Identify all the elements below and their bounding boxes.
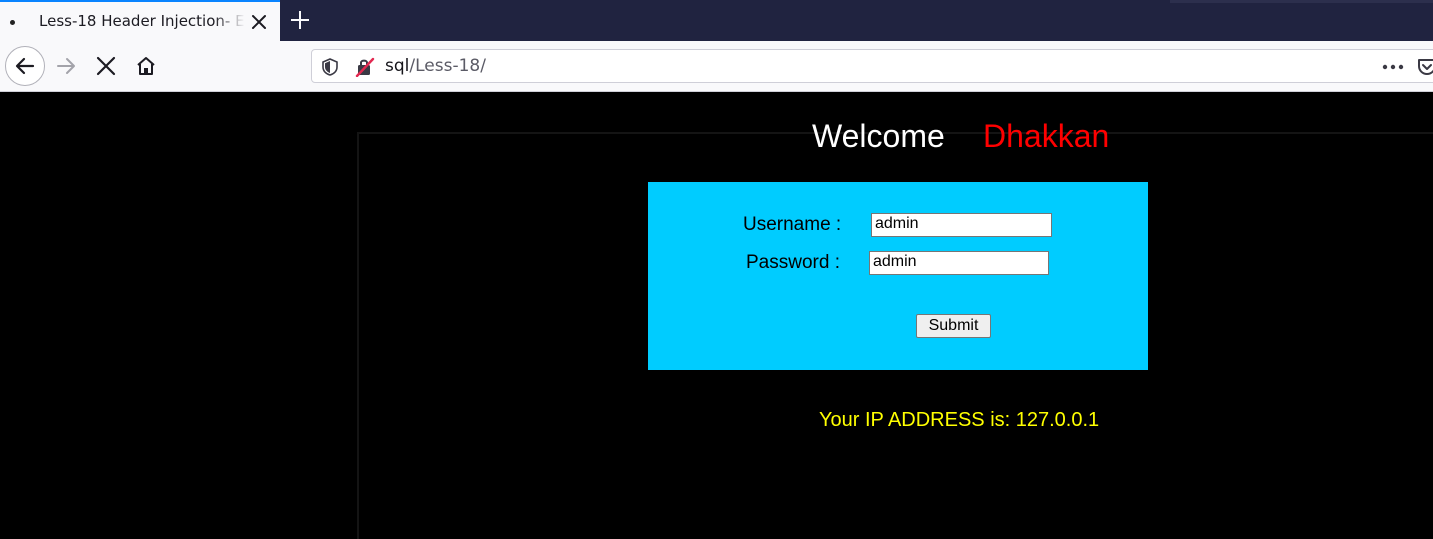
tab-loading-indicator — [10, 20, 15, 25]
back-arrow-icon[interactable] — [5, 46, 45, 86]
username-label: Username : — [743, 214, 842, 235]
tab-strip: Less-18 Header Injection- Error Based — [0, 0, 1433, 41]
navigation-toolbar: sql/Less-18/ — [0, 41, 1433, 92]
username-field[interactable]: admin — [871, 213, 1052, 237]
login-form: Username : admin Password : admin Submit — [648, 182, 1148, 370]
tracking-shield-icon[interactable] — [321, 58, 339, 80]
forward-arrow-icon[interactable] — [46, 46, 86, 86]
tab-active[interactable]: Less-18 Header Injection- Error Based — [0, 0, 280, 41]
home-icon[interactable] — [126, 46, 166, 86]
url-text[interactable]: sql/Less-18/ — [385, 56, 486, 76]
insecure-connection-icon[interactable] — [355, 57, 375, 81]
stop-icon[interactable] — [86, 46, 126, 86]
password-label: Password : — [746, 252, 840, 273]
pocket-icon[interactable] — [1417, 58, 1433, 80]
welcome-name: Dhakkan — [983, 118, 1110, 154]
url-host: sql — [385, 56, 410, 76]
tab-title: Less-18 Header Injection- Error Based — [39, 12, 245, 30]
more-actions-icon[interactable] — [1381, 59, 1405, 79]
welcome-heading: Welcome — [812, 118, 945, 154]
address-bar[interactable]: sql/Less-18/ — [311, 49, 1433, 83]
close-icon[interactable] — [250, 13, 268, 31]
submit-button[interactable]: Submit — [916, 314, 991, 338]
password-field[interactable]: admin — [869, 251, 1049, 275]
plus-icon[interactable] — [289, 9, 311, 31]
tabbar-divider — [1170, 0, 1433, 3]
ip-address-message: Your IP ADDRESS is: 127.0.0.1 — [819, 409, 1100, 431]
page-content: Welcome Dhakkan Username : admin Passwor… — [0, 92, 1433, 539]
url-path: /Less-18/ — [409, 56, 486, 76]
